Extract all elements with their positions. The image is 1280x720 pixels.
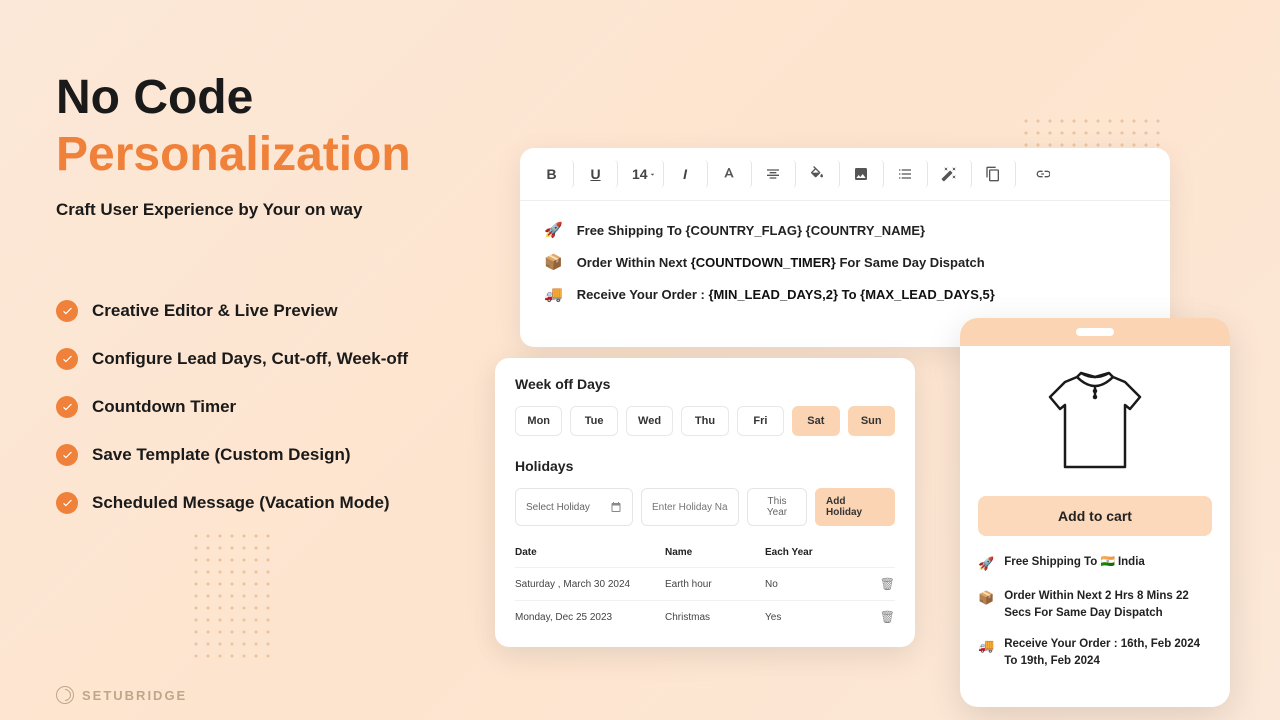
day-tue[interactable]: Tue [570, 406, 617, 436]
font-size-select[interactable]: 14 [626, 160, 664, 188]
rocket-icon: 🚀 [544, 221, 563, 239]
preview-line: 🚚Receive Your Order : 16th, Feb 2024 To … [978, 636, 1212, 671]
add-to-cart-button[interactable]: Add to cart [978, 496, 1212, 536]
holiday-name-input[interactable] [641, 488, 739, 526]
this-year-toggle[interactable]: This Year [747, 488, 807, 526]
align-button[interactable] [760, 160, 796, 188]
copy-button[interactable] [980, 160, 1016, 188]
magic-button[interactable] [936, 160, 972, 188]
feature-item: Countdown Timer [56, 396, 496, 418]
feature-item: Save Template (Custom Design) [56, 444, 496, 466]
italic-button[interactable]: I [672, 160, 708, 188]
heading-subtitle: Craft User Experience by Your on way [56, 200, 496, 220]
table-header: Date Name Each Year [515, 538, 895, 568]
phone-preview: Add to cart 🚀Free Shipping To 🇮🇳 India 📦… [960, 318, 1230, 707]
day-mon[interactable]: Mon [515, 406, 562, 436]
holidays-title: Holidays [515, 458, 895, 474]
fill-color-button[interactable] [804, 160, 840, 188]
holiday-add-bar: Select Holiday This Year Add Holiday [515, 488, 895, 526]
day-fri[interactable]: Fri [737, 406, 784, 436]
truck-icon: 🚚 [544, 285, 563, 303]
list-button[interactable] [892, 160, 928, 188]
weekoff-title: Week off Days [515, 376, 895, 392]
day-thu[interactable]: Thu [681, 406, 728, 436]
delete-icon[interactable]: 🗑 [880, 610, 895, 624]
delete-icon[interactable]: 🗑 [880, 577, 895, 591]
feature-item: Configure Lead Days, Cut-off, Week-off [56, 348, 496, 370]
table-row: Saturday , March 30 2024 Earth hour No 🗑 [515, 568, 895, 601]
heading-line-1: No Code [56, 72, 496, 125]
preview-line: 📦Order Within Next 2 Hrs 8 Mins 22 Secs … [978, 588, 1212, 623]
brand-name: SETUBRIDGE [82, 688, 187, 703]
check-icon [56, 348, 78, 370]
preview-line: 🚀Free Shipping To 🇮🇳 India [978, 554, 1212, 574]
day-sun[interactable]: Sun [848, 406, 895, 436]
heading-line-2: Personalization [56, 129, 496, 182]
weekday-selector: Mon Tue Wed Thu Fri Sat Sun [515, 406, 895, 436]
editor-toolbar: B U 14 I [520, 148, 1170, 201]
font-family-button[interactable] [716, 160, 752, 188]
editor-line: 🚚Receive Your Order : {MIN_LEAD_DAYS,2} … [544, 285, 1146, 303]
day-wed[interactable]: Wed [626, 406, 673, 436]
phone-notch-bar [960, 318, 1230, 346]
table-row: Monday, Dec 25 2023 Christmas Yes 🗑 [515, 601, 895, 633]
brand-logo-icon [56, 686, 74, 704]
product-image [978, 362, 1212, 482]
truck-icon: 🚚 [978, 636, 994, 671]
feature-item: Creative Editor & Live Preview [56, 300, 496, 322]
day-sat[interactable]: Sat [792, 406, 839, 436]
image-button[interactable] [848, 160, 884, 188]
package-icon: 📦 [544, 253, 563, 271]
feature-item: Scheduled Message (Vacation Mode) [56, 492, 496, 514]
check-icon [56, 300, 78, 322]
editor-line: 📦Order Within Next {COUNTDOWN_TIMER} For… [544, 253, 1146, 271]
hero-left: No Code Personalization Craft User Exper… [56, 72, 496, 540]
link-button[interactable] [1024, 160, 1060, 188]
add-holiday-button[interactable]: Add Holiday [815, 488, 895, 526]
check-icon [56, 396, 78, 418]
holidays-table: Date Name Each Year Saturday , March 30 … [515, 538, 895, 633]
bold-button[interactable]: B [538, 160, 574, 188]
package-icon: 📦 [978, 588, 994, 623]
underline-button[interactable]: U [582, 160, 618, 188]
brand-footer: SETUBRIDGE [56, 686, 187, 704]
rocket-icon: 🚀 [978, 554, 994, 574]
check-icon [56, 492, 78, 514]
weekoff-holidays-panel: Week off Days Mon Tue Wed Thu Fri Sat Su… [495, 358, 915, 647]
feature-list: Creative Editor & Live Preview Configure… [56, 300, 496, 514]
decoration-dots-bottom [190, 530, 275, 660]
editor-line: 🚀Free Shipping To {COUNTRY_FLAG} {COUNTR… [544, 221, 1146, 239]
select-holiday-input[interactable]: Select Holiday [515, 488, 633, 526]
check-icon [56, 444, 78, 466]
